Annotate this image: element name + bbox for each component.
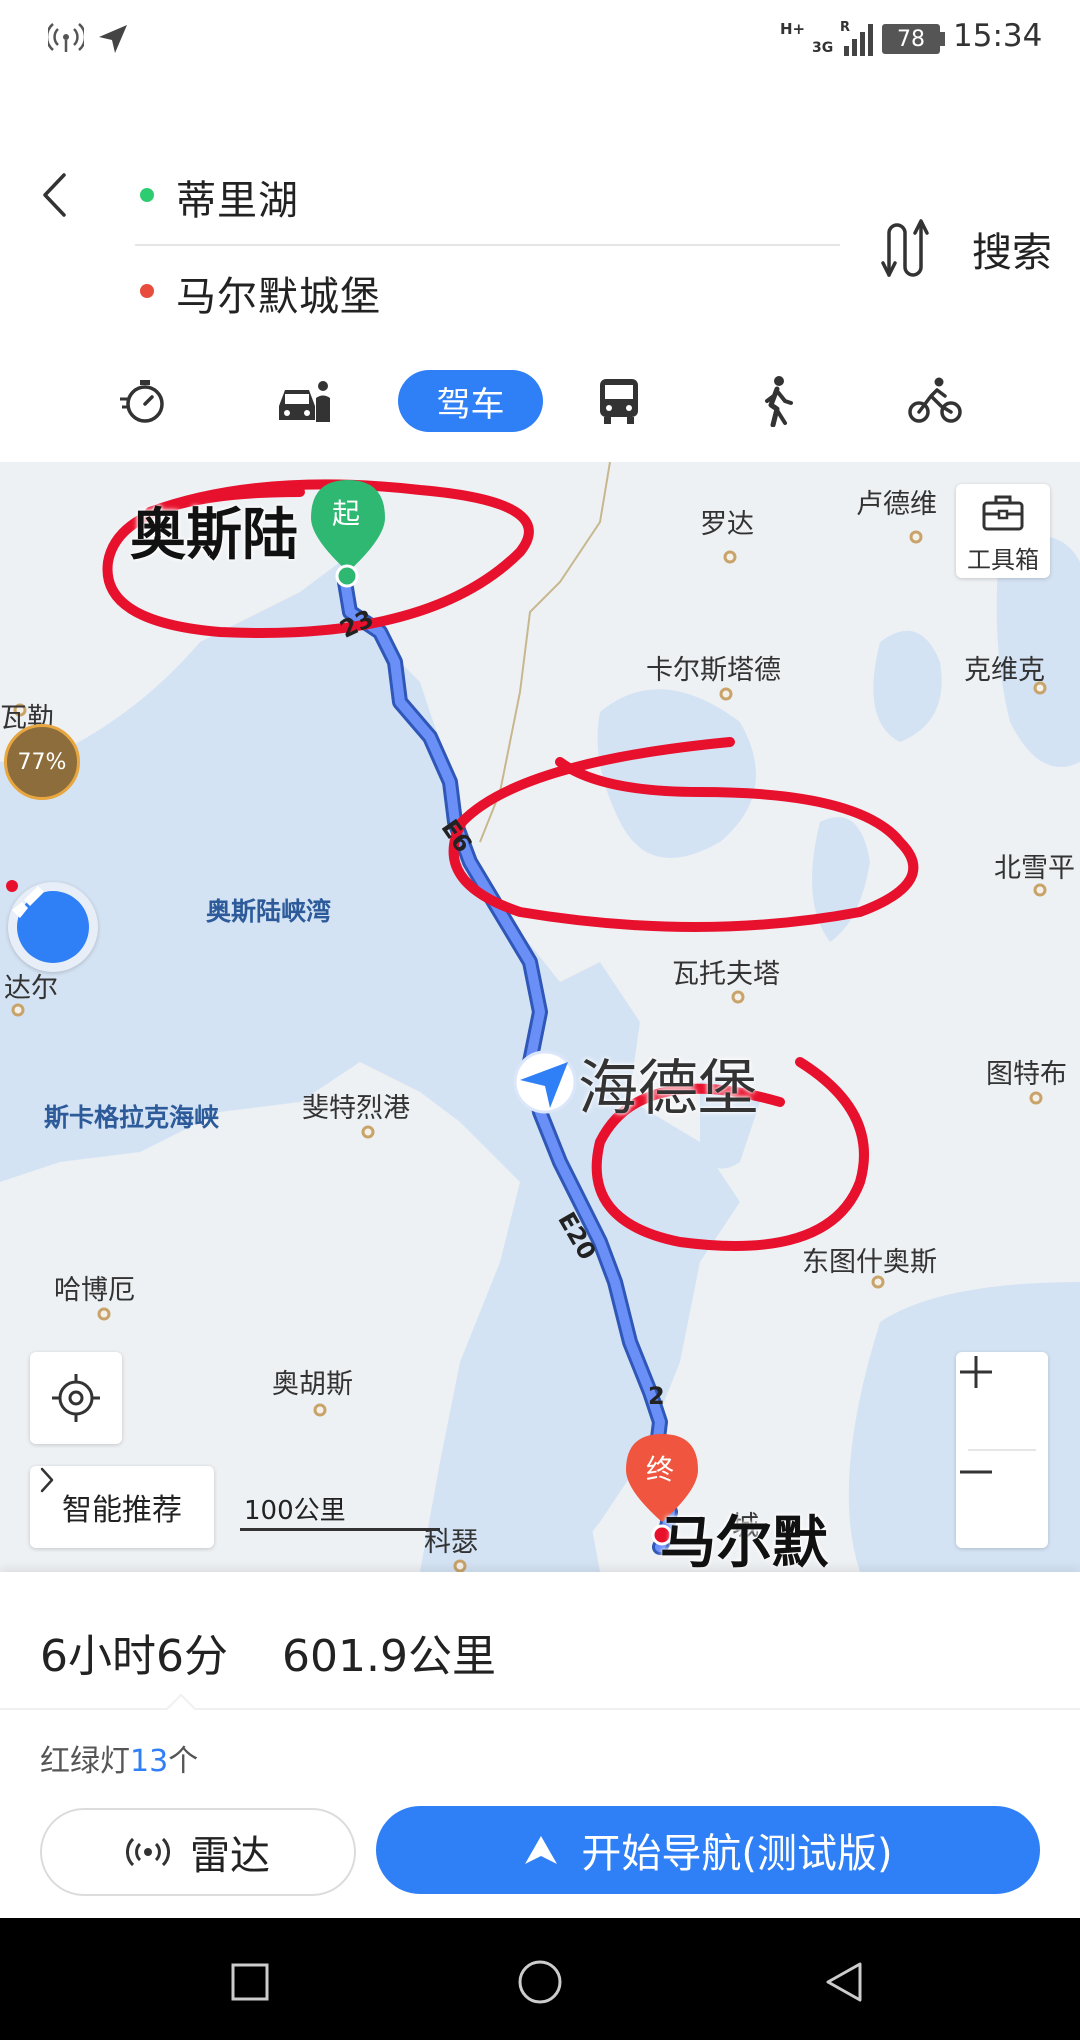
tab-timed-trip[interactable] bbox=[70, 370, 215, 432]
clock: 15:34 bbox=[953, 18, 1043, 54]
traffic-light-number: 13 bbox=[130, 1744, 169, 1779]
minus-icon bbox=[960, 1470, 992, 1474]
broom-icon bbox=[12, 886, 89, 963]
start-navigation-button[interactable]: 开始导航(测试版) bbox=[376, 1806, 1040, 1894]
origin-dot bbox=[140, 188, 154, 202]
wireless-icon bbox=[48, 23, 84, 52]
bus-icon bbox=[599, 379, 638, 424]
zoom-controls bbox=[956, 1352, 1048, 1548]
traffic-light-count: 红绿灯13个 bbox=[40, 1736, 198, 1780]
chevron-right-icon bbox=[40, 1467, 54, 1493]
annotation-malmo: 马尔默 bbox=[660, 1511, 828, 1572]
scale-bar bbox=[240, 1528, 440, 1531]
battery-tip bbox=[940, 32, 945, 46]
map-canvas bbox=[0, 462, 1080, 1572]
network-type-3g: 3G bbox=[812, 40, 834, 56]
water-label: 斯卡格拉克海峡 bbox=[44, 1103, 220, 1132]
swap-route-icon[interactable] bbox=[875, 215, 940, 280]
water-label: 奥斯陆峡湾 bbox=[206, 897, 332, 926]
destination-dot bbox=[140, 284, 154, 298]
bike-icon bbox=[907, 377, 962, 423]
destination-field[interactable]: 马尔默城堡 bbox=[176, 264, 381, 322]
tab-walk[interactable] bbox=[704, 370, 849, 432]
progress-badge-value: 77% bbox=[17, 749, 67, 775]
route-map[interactable]: 工具箱 起 终 23 E6 E20 2 卢德维 罗达 卡尔斯塔德 克维克 瓦勒 … bbox=[0, 462, 1080, 1572]
annotation-oslo: 奥斯陆 bbox=[130, 503, 298, 568]
place-label: 图特布 bbox=[986, 1059, 1067, 1090]
floating-assistant-button[interactable] bbox=[8, 882, 98, 972]
radar-icon bbox=[126, 1837, 170, 1867]
taxi-icon bbox=[278, 381, 330, 422]
locate-me-button[interactable] bbox=[30, 1352, 122, 1444]
back-button[interactable] bbox=[30, 160, 80, 230]
trip-summary[interactable]: 6小时6分 601.9公里 bbox=[40, 1620, 496, 1684]
toolbox-button[interactable]: 工具箱 bbox=[956, 484, 1050, 578]
notification-dot bbox=[6, 880, 18, 892]
origin-field[interactable]: 蒂里湖 bbox=[176, 168, 299, 226]
panel-divider bbox=[0, 1708, 1080, 1710]
smart-recommend-label: 智能推荐 bbox=[62, 1493, 182, 1528]
search-button[interactable]: 搜索 bbox=[972, 220, 1052, 278]
plus-icon bbox=[960, 1356, 992, 1388]
battery-icon: 78 bbox=[882, 24, 940, 54]
tab-bike[interactable] bbox=[862, 370, 1007, 432]
place-label: 罗达 bbox=[700, 509, 754, 540]
chevron-left-icon bbox=[43, 173, 66, 217]
end-pin-label: 终 bbox=[646, 1453, 675, 1486]
navigation-arrow-icon bbox=[525, 1836, 558, 1864]
zoom-out-button[interactable] bbox=[956, 1452, 1048, 1548]
start-navigation-label: 开始导航(测试版) bbox=[581, 1831, 893, 1877]
status-bar: H+ 3G R 78 15:34 bbox=[0, 0, 1080, 80]
place-label: 卢德维 bbox=[856, 489, 937, 520]
route-divider bbox=[135, 244, 840, 246]
traffic-light-unit: 个 bbox=[168, 1744, 199, 1779]
home-icon[interactable] bbox=[516, 1958, 564, 2006]
crosshair-icon bbox=[52, 1374, 100, 1422]
place-label: 哈博厄 bbox=[54, 1275, 135, 1306]
place-label: 北雪平 bbox=[994, 853, 1075, 884]
battery-level: 78 bbox=[897, 26, 925, 52]
route-number-2: 2 bbox=[648, 1382, 665, 1410]
trip-distance: 601.9公里 bbox=[282, 1631, 496, 1682]
place-label: 科瑟 bbox=[424, 1527, 478, 1558]
place-label: 斐特烈港 bbox=[302, 1093, 410, 1124]
toolbox-icon bbox=[982, 495, 1024, 531]
tab-drive[interactable]: 驾车 bbox=[398, 370, 543, 432]
floating-progress-badge[interactable]: 77% bbox=[4, 724, 80, 800]
tab-taxi[interactable] bbox=[230, 370, 375, 432]
place-label: 奥胡斯 bbox=[272, 1369, 353, 1400]
radar-label: 雷达 bbox=[190, 1833, 270, 1879]
network-type-hplus: H+ bbox=[780, 20, 806, 38]
zoom-in-button[interactable] bbox=[956, 1352, 1048, 1448]
recent-apps-icon[interactable] bbox=[230, 1962, 270, 2002]
toolbox-label: 工具箱 bbox=[967, 546, 1039, 574]
trip-duration: 6小时6分 bbox=[40, 1631, 228, 1682]
scale-label: 100公里 bbox=[244, 1496, 346, 1526]
place-label: 瓦托夫塔 bbox=[672, 959, 780, 990]
stopwatch-icon bbox=[119, 380, 164, 423]
start-pin-label: 起 bbox=[332, 497, 361, 530]
system-navigation-bar bbox=[0, 1918, 1080, 2040]
tab-bus[interactable] bbox=[546, 370, 691, 432]
radar-button[interactable]: 雷达 bbox=[40, 1808, 356, 1896]
place-label: 卡尔斯塔德 bbox=[646, 655, 781, 686]
back-triangle-icon[interactable] bbox=[822, 1960, 866, 2004]
annotation-heidelberg: 海德堡 bbox=[578, 1054, 758, 1124]
smart-recommend-button[interactable]: 智能推荐 bbox=[30, 1466, 214, 1548]
walk-icon bbox=[764, 376, 793, 427]
place-label: 克维克 bbox=[964, 655, 1045, 686]
zoom-divider bbox=[968, 1449, 1036, 1451]
traffic-light-label: 红绿灯 bbox=[40, 1744, 130, 1779]
location-arrow-icon bbox=[99, 25, 127, 53]
place-label: 东图什奥斯 bbox=[802, 1247, 937, 1278]
signal-icon bbox=[844, 24, 873, 56]
